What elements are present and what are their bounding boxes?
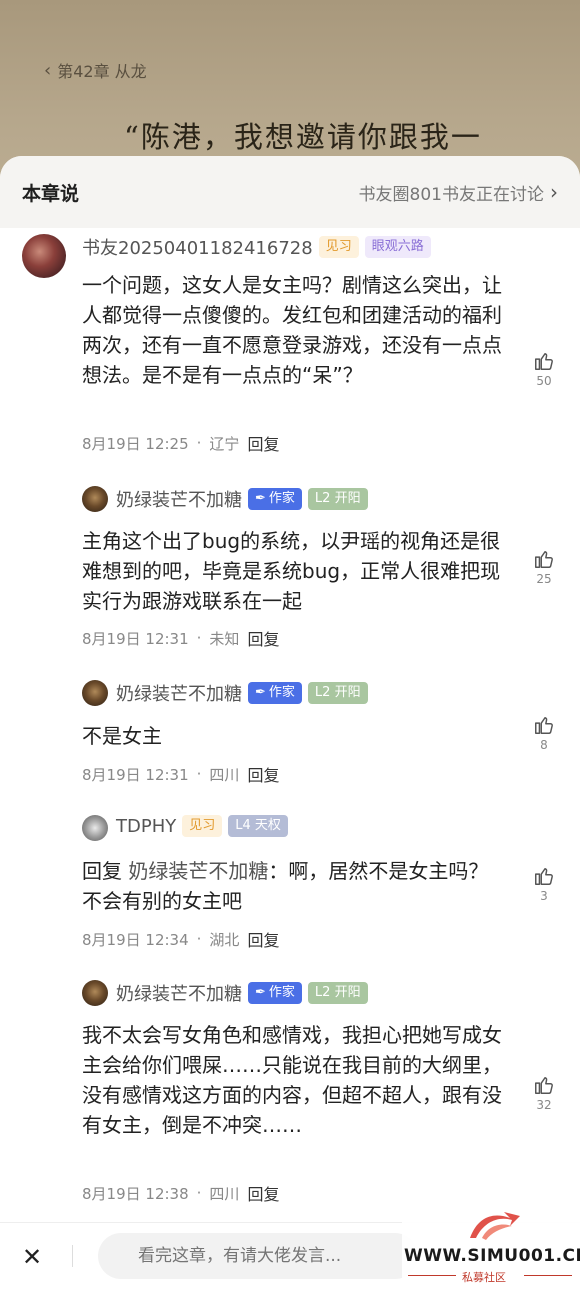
username[interactable]: 奶绿装芒不加糖 xyxy=(116,486,242,512)
comment-location: 四川 xyxy=(209,765,240,784)
comment-date: 8月19日 12:31 xyxy=(82,765,189,784)
comment-user-row: 奶绿装芒不加糖 ✒ 作家 L2 开阳 xyxy=(116,680,368,706)
comment-location: 四川 xyxy=(209,1184,240,1203)
username[interactable]: 奶绿装芒不加糖 xyxy=(116,680,242,706)
watermark-logo-icon xyxy=(470,1212,520,1240)
level-badge: L2 开阳 xyxy=(307,488,368,510)
level-badge: L2 开阳 xyxy=(307,982,368,1004)
watermark-rule-left xyxy=(408,1275,456,1276)
like-button[interactable]: 50 xyxy=(530,350,558,388)
like-count: 3 xyxy=(540,889,548,903)
title-badge: 眼观六路 xyxy=(364,236,431,258)
meta-separator: · xyxy=(196,930,202,948)
like-count: 8 xyxy=(540,738,548,752)
quill-icon: ✒ xyxy=(255,491,266,506)
level-badge: L2 开阳 xyxy=(307,682,368,704)
reply-button[interactable]: 回复 xyxy=(247,626,279,650)
chapter-title: 第42章 从龙 xyxy=(57,62,147,81)
avatar[interactable] xyxy=(82,486,108,512)
comment-user-row: 奶绿装芒不加糖 ✒ 作家 L2 开阳 xyxy=(116,980,368,1006)
watermark-subtitle: 私募社区 xyxy=(462,1271,506,1284)
like-button[interactable]: 3 xyxy=(530,865,558,903)
author-badge-label: 作家 xyxy=(268,985,295,1000)
chevron-left-icon: ‹ xyxy=(44,59,52,81)
watermark: WWW.SIMU001.CN 私募社区 xyxy=(402,1206,580,1289)
comment-date: 8月19日 12:25 xyxy=(82,434,189,453)
comment-location: 未知 xyxy=(209,629,240,648)
comment-location: 辽宁 xyxy=(209,434,240,453)
comment-text: 不是女主 xyxy=(82,724,162,748)
comment-meta: 8月19日 12:38 · 四川 回复 xyxy=(82,1181,279,1205)
author-badge: ✒ 作家 xyxy=(248,982,302,1004)
avatar[interactable] xyxy=(22,234,66,278)
comment-date: 8月19日 12:38 xyxy=(82,1184,189,1203)
like-count: 50 xyxy=(536,374,552,388)
comment-text: 回复 奶绿装芒不加糖：啊，居然不是女主吗？不会有别的女主吧 xyxy=(82,856,506,916)
author-badge-label: 作家 xyxy=(268,491,295,506)
thumbs-up-icon xyxy=(535,717,553,734)
meta-separator: · xyxy=(196,765,202,783)
comment-text: 主角这个出了bug的系统，以尹瑶的视角还是很难想到的吧，毕竟是系统bug，正常人… xyxy=(82,529,501,613)
comment-date: 8月19日 12:31 xyxy=(82,629,189,648)
comment-input[interactable] xyxy=(98,1233,418,1279)
username[interactable]: 奶绿装芒不加糖 xyxy=(116,980,242,1006)
reply-to-username[interactable]: 奶绿装芒不加糖 xyxy=(128,859,268,883)
thumbs-up-icon xyxy=(535,353,553,370)
like-button[interactable]: 32 xyxy=(530,1074,558,1112)
username[interactable]: 书友20250401182416728 xyxy=(82,234,313,260)
like-button[interactable]: 8 xyxy=(530,714,558,752)
comment-location: 湖北 xyxy=(209,930,240,949)
chapter-comments-sheet: 本章说 书友圈801书友正在讨论 › 书友20250401182416728 见… xyxy=(0,156,580,1289)
sheet-title: 本章说 xyxy=(22,182,80,205)
author-badge: ✒ 作家 xyxy=(248,488,302,510)
avatar[interactable] xyxy=(82,980,108,1006)
thumbs-up-icon xyxy=(535,551,553,568)
comment-meta: 8月19日 12:25 · 辽宁 回复 xyxy=(82,431,279,455)
like-button[interactable]: 25 xyxy=(530,548,558,586)
comment-meta: 8月19日 12:31 · 四川 回复 xyxy=(82,762,279,786)
sheet-header: 本章说 书友圈801书友正在讨论 › xyxy=(0,156,580,228)
divider xyxy=(72,1245,73,1267)
avatar[interactable] xyxy=(82,680,108,706)
reply-button[interactable]: 回复 xyxy=(247,762,279,786)
author-badge: ✒ 作家 xyxy=(248,682,302,704)
meta-separator: · xyxy=(196,1184,202,1202)
reply-prefix: 回复 xyxy=(82,859,129,883)
book-circle-link[interactable]: 书友圈801书友正在讨论 › xyxy=(359,180,558,205)
like-count: 32 xyxy=(536,1098,552,1112)
level-badge: 见习 xyxy=(182,815,223,837)
comment-user-row: TDPHY 见习 L4 天权 xyxy=(116,815,288,837)
like-count: 25 xyxy=(536,572,552,586)
comment-text: 我不太会写女角色和感情戏，我担心把她写成女主会给你们喂屎……只能说在我目前的大纲… xyxy=(82,1023,502,1137)
thumbs-up-icon xyxy=(535,1077,553,1094)
book-circle-label: 书友圈801书友正在讨论 xyxy=(358,184,544,205)
comment-user-row: 书友20250401182416728 见习 眼观六路 xyxy=(82,234,431,260)
comment-date: 8月19日 12:34 xyxy=(82,930,189,949)
comment-text: 一个问题，这女人是女主吗？剧情这么突出，让人都觉得一点傻傻的。发红包和团建活动的… xyxy=(82,273,502,387)
quill-icon: ✒ xyxy=(255,985,266,1000)
reply-button[interactable]: 回复 xyxy=(247,927,279,951)
level-badge: 见习 xyxy=(318,236,359,258)
comment-meta: 8月19日 12:31 · 未知 回复 xyxy=(82,626,279,650)
close-icon[interactable]: ✕ xyxy=(22,1243,42,1271)
reply-button[interactable]: 回复 xyxy=(247,431,279,455)
author-badge-label: 作家 xyxy=(268,685,295,700)
username[interactable]: TDPHY xyxy=(116,816,176,837)
meta-separator: · xyxy=(196,434,202,452)
comment-user-row: 奶绿装芒不加糖 ✒ 作家 L2 开阳 xyxy=(116,486,368,512)
thumbs-up-icon xyxy=(535,868,553,885)
rank-badge: L4 天权 xyxy=(228,815,288,837)
chapter-text-preview: “陈港，我想邀请你跟我一 xyxy=(124,120,482,154)
quill-icon: ✒ xyxy=(255,685,266,700)
watermark-url: WWW.SIMU001.CN xyxy=(404,1246,580,1266)
reply-button[interactable]: 回复 xyxy=(247,1181,279,1205)
avatar[interactable] xyxy=(82,815,108,841)
watermark-rule-right xyxy=(524,1275,572,1276)
chapter-back-link[interactable]: ‹ 第42章 从龙 xyxy=(44,58,147,82)
meta-separator: · xyxy=(196,629,202,647)
comment-meta: 8月19日 12:34 · 湖北 回复 xyxy=(82,927,279,951)
chevron-right-icon: › xyxy=(550,180,558,204)
